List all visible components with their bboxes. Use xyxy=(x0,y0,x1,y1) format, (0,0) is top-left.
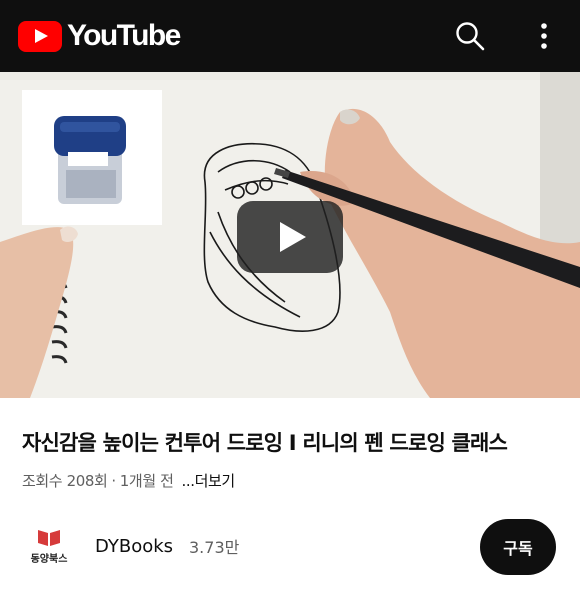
book-icon: 동양북스 xyxy=(31,530,68,565)
video-player[interactable] xyxy=(0,72,580,398)
search-icon xyxy=(456,22,485,51)
logo-text: YouTube xyxy=(67,19,181,52)
channel-logo-text: 동양북스 xyxy=(31,553,68,565)
video-title[interactable]: 자신감을 높이는 컨투어 드로잉 I 리니의 펜 드로잉 클래스 xyxy=(22,428,508,458)
youtube-logo[interactable]: YouTube xyxy=(18,19,181,52)
more-options-button[interactable] xyxy=(528,18,560,54)
search-button[interactable] xyxy=(452,18,488,54)
more-description-link[interactable]: ...더보기 xyxy=(182,472,236,490)
meta-separator: · xyxy=(111,472,116,490)
video-meta[interactable]: 조회수 208회 · 1개월 전 ...더보기 xyxy=(22,470,235,492)
play-button[interactable] xyxy=(237,201,343,273)
youtube-logo-icon xyxy=(18,20,62,52)
channel-name[interactable]: DYBooks xyxy=(95,535,173,559)
upload-age: 1개월 전 xyxy=(119,472,174,490)
subscriber-count: 3.73만 xyxy=(189,538,240,557)
subscribe-button[interactable]: 구독 xyxy=(480,519,556,575)
channel-avatar[interactable]: 동양북스 xyxy=(24,524,74,570)
view-count: 조회수 208회 xyxy=(22,472,108,490)
more-vertical-icon xyxy=(541,23,547,49)
app-header: YouTube xyxy=(0,0,580,72)
